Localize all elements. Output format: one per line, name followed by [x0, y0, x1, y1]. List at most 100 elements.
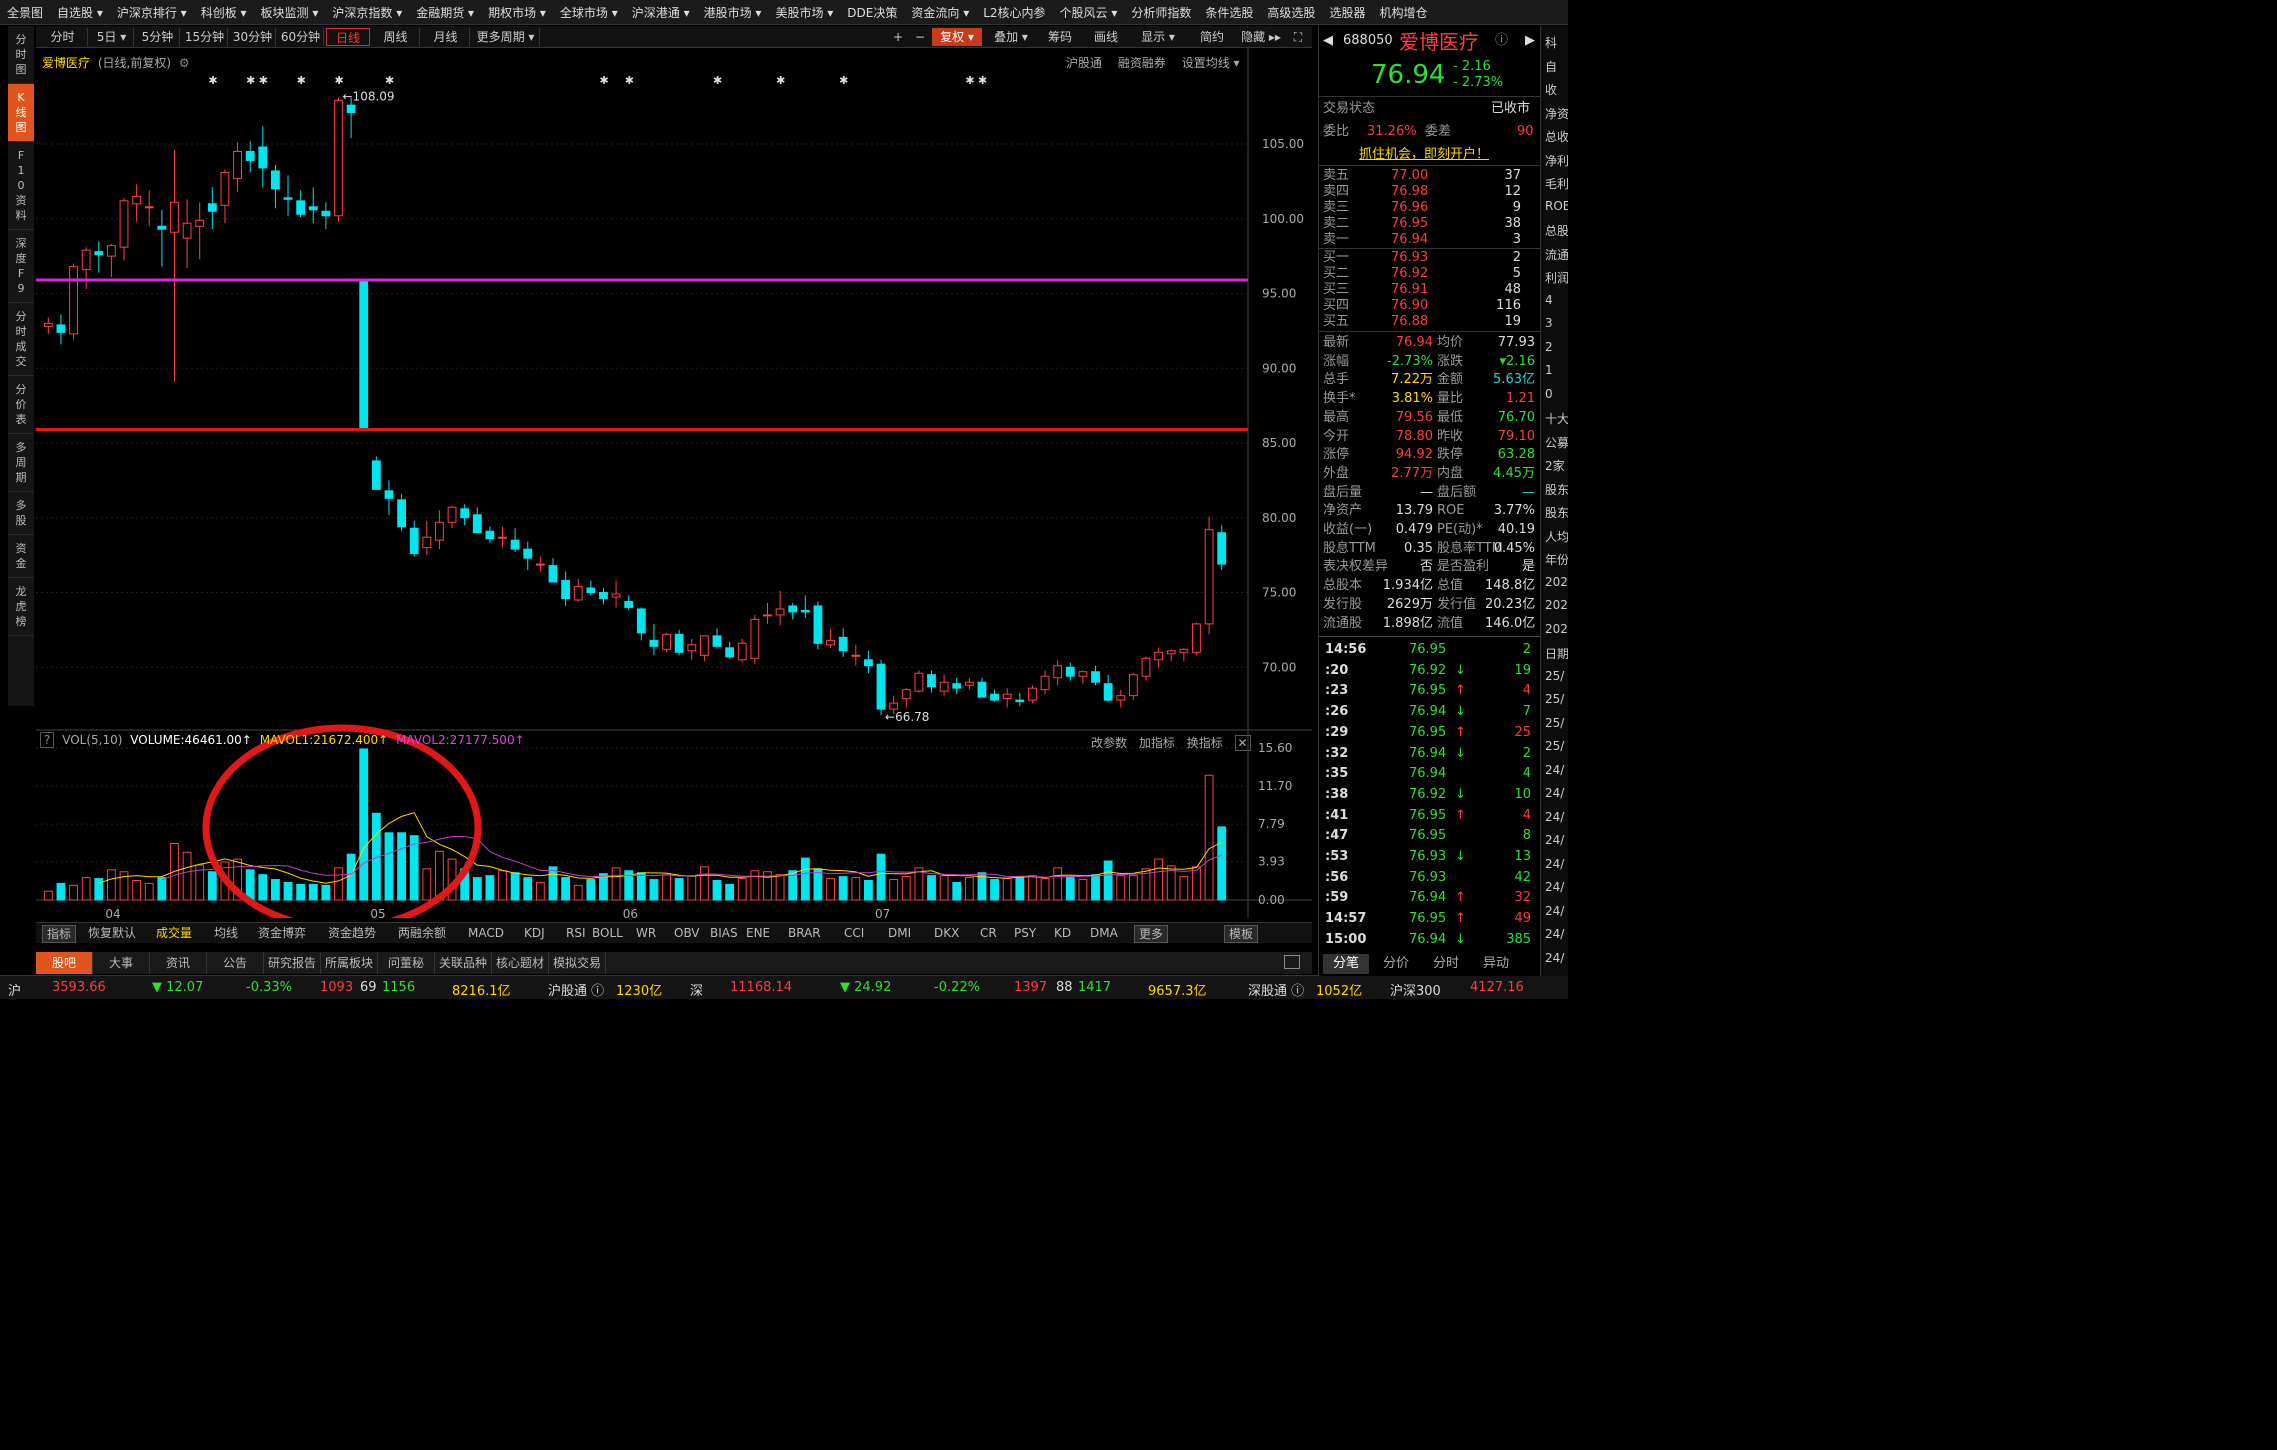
bottom-tab[interactable]: 公告: [207, 952, 264, 974]
toolbar-fullscreen-button[interactable]: ⛶: [1288, 28, 1308, 46]
link-change-param[interactable]: 改参数: [1091, 736, 1127, 750]
indicator-tab[interactable]: DMI: [888, 925, 911, 941]
indicator-tab[interactable]: 资金博弈: [258, 925, 306, 941]
toolbar-jianyue-button[interactable]: 简约: [1192, 28, 1232, 46]
top-nav-item[interactable]: 港股市场 ▾: [697, 4, 769, 21]
period-tab[interactable]: 分时: [38, 28, 88, 46]
top-nav-item[interactable]: 美股市场 ▾: [768, 4, 840, 21]
sgt-label[interactable]: 深股通 ⓘ: [1248, 980, 1304, 999]
period-tab[interactable]: 60分钟: [278, 28, 324, 46]
link-rzrq[interactable]: 融资融券: [1118, 56, 1166, 70]
hgt-label[interactable]: 沪股通 ⓘ: [548, 980, 604, 999]
link-ma-settings[interactable]: 设置均线 ▾: [1182, 56, 1240, 70]
period-tab[interactable]: 月线: [422, 28, 470, 46]
open-account-promo[interactable]: 抓住机会，即刻开户！: [1359, 146, 1489, 164]
indicator-tab[interactable]: MACD: [468, 925, 504, 941]
indicator-tab[interactable]: 成交量: [156, 925, 192, 941]
sidebar-item[interactable]: 分时成交: [8, 303, 34, 376]
prev-stock-icon[interactable]: ◀: [1323, 32, 1333, 50]
bottom-tab[interactable]: 核心题材: [492, 952, 549, 974]
quote-tab[interactable]: 分时: [1423, 954, 1469, 974]
toolbar-yincang-button[interactable]: 隐藏 ▸▸: [1236, 28, 1286, 46]
bottom-tab[interactable]: 所属板块: [321, 952, 378, 974]
sidebar-item[interactable]: F10资料: [8, 142, 34, 230]
toolbar-fuquan-button[interactable]: 复权 ▾: [932, 28, 982, 46]
toolbar-xianshi-button[interactable]: 显示 ▾: [1132, 28, 1184, 46]
top-nav-item[interactable]: DDE决策: [840, 4, 904, 21]
sidebar-item[interactable]: 分价表: [8, 376, 34, 434]
indicator-tab[interactable]: RSI: [566, 925, 586, 941]
bottom-tab[interactable]: 问董秘: [378, 952, 435, 974]
indicator-tab[interactable]: 更多: [1134, 925, 1169, 943]
indicator-tab[interactable]: 恢复默认: [88, 925, 136, 941]
link-hgt[interactable]: 沪股通: [1066, 56, 1102, 70]
period-tab[interactable]: 15分钟: [182, 28, 228, 46]
indicator-tab[interactable]: 均线: [214, 925, 238, 941]
expand-icon[interactable]: [1284, 955, 1300, 969]
top-nav-item[interactable]: L2核心内参: [976, 4, 1052, 21]
bottom-tab[interactable]: 模拟交易: [549, 952, 606, 974]
sidebar-item[interactable]: 多股: [8, 492, 34, 535]
top-nav-item[interactable]: 沪深京指数 ▾: [325, 4, 409, 21]
top-nav-item[interactable]: 自选股 ▾: [50, 4, 110, 21]
indicator-tab[interactable]: WR: [636, 925, 656, 941]
indicator-tab[interactable]: BOLL: [592, 925, 623, 941]
sidebar-item[interactable]: 资金: [8, 535, 34, 578]
bottom-tab[interactable]: 大事: [93, 952, 150, 974]
indicator-tab[interactable]: 模板: [1224, 925, 1259, 943]
bottom-tab[interactable]: 关联品种: [435, 952, 492, 974]
indicator-tab[interactable]: DKX: [934, 925, 959, 941]
period-tab[interactable]: 更多周期 ▾: [472, 28, 540, 46]
period-tab[interactable]: 5分钟: [136, 28, 180, 46]
sidebar-item[interactable]: 分时图: [8, 26, 34, 84]
top-nav-item[interactable]: 金融期货 ▾: [409, 4, 481, 21]
bottom-tab[interactable]: 资讯: [150, 952, 207, 974]
top-nav-item[interactable]: 板块监测 ▾: [254, 4, 326, 21]
info-icon[interactable]: ⓘ: [1495, 32, 1508, 50]
indicator-tab[interactable]: ENE: [746, 925, 770, 941]
indicator-tab[interactable]: PSY: [1014, 925, 1036, 941]
top-nav-item[interactable]: 资金流向 ▾: [904, 4, 976, 21]
indicator-tab[interactable]: DMA: [1090, 925, 1118, 941]
top-nav-item[interactable]: 沪深港通 ▾: [625, 4, 697, 21]
quote-tab[interactable]: 分笔: [1323, 954, 1369, 974]
indicator-tab[interactable]: BRAR: [788, 925, 821, 941]
help-icon[interactable]: ?: [40, 732, 55, 748]
top-nav-item[interactable]: 沪深京排行 ▾: [110, 4, 194, 21]
close-icon[interactable]: ✕: [1234, 735, 1251, 751]
indicator-tab[interactable]: 指标: [42, 925, 77, 943]
toolbar-diejia-button[interactable]: 叠加 ▾: [986, 28, 1036, 46]
sidebar-item[interactable]: K线图: [8, 84, 34, 142]
top-nav-item[interactable]: 高级选股: [1260, 4, 1322, 21]
quote-tab[interactable]: 分价: [1373, 954, 1419, 974]
top-nav-item[interactable]: 期权市场 ▾: [481, 4, 553, 21]
top-nav-item[interactable]: 条件选股: [1198, 4, 1260, 21]
indicator-tab[interactable]: 两融余额: [398, 925, 446, 941]
period-tab[interactable]: 30分钟: [230, 28, 276, 46]
indicator-tab[interactable]: OBV: [674, 925, 700, 941]
link-add-indicator[interactable]: 加指标: [1139, 736, 1175, 750]
kline-chart-svg[interactable]: 105.00 100.00 95.00 90.00 85.00 80.00 75.00 70.…: [36, 48, 1312, 932]
toolbar-minus-button[interactable]: −: [910, 28, 930, 46]
period-tab[interactable]: 日线: [326, 28, 370, 46]
top-nav-item[interactable]: 全球市场 ▾: [553, 4, 625, 21]
top-nav-item[interactable]: 分析师指数: [1124, 4, 1198, 21]
top-nav-item[interactable]: 机构增仓: [1372, 4, 1434, 21]
sidebar-item[interactable]: 龙虎榜: [8, 578, 34, 636]
toolbar-huaxian-button[interactable]: 画线: [1086, 28, 1126, 46]
indicator-tab[interactable]: KD: [1054, 925, 1071, 941]
top-nav-item[interactable]: 科创板 ▾: [194, 4, 254, 21]
quote-tab[interactable]: 异动: [1473, 954, 1519, 974]
top-nav-item[interactable]: 个股风云 ▾: [1053, 4, 1125, 21]
toolbar-plus-button[interactable]: +: [888, 28, 908, 46]
bottom-tab[interactable]: 股吧: [36, 952, 93, 974]
settings-icon[interactable]: ⚙: [179, 56, 190, 70]
indicator-tab[interactable]: CR: [980, 925, 997, 941]
indicator-tab[interactable]: 资金趋势: [328, 925, 376, 941]
top-nav-item[interactable]: 选股器: [1322, 4, 1372, 21]
next-stock-icon[interactable]: ▶: [1525, 32, 1535, 50]
period-tab[interactable]: 周线: [372, 28, 420, 46]
bottom-tab[interactable]: 研究报告: [264, 952, 321, 974]
period-tab[interactable]: 5日 ▾: [90, 28, 134, 46]
top-nav-item[interactable]: 全景图: [0, 4, 50, 21]
